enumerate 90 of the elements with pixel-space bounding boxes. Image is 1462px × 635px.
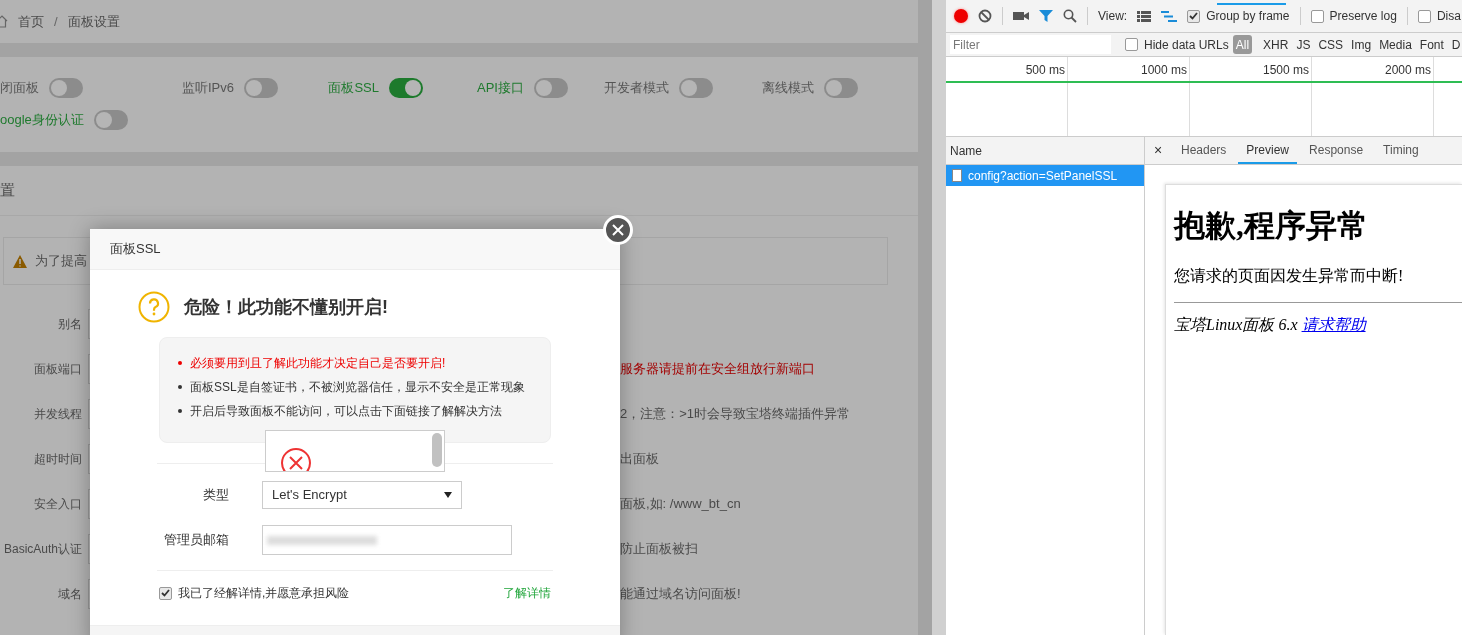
field-label: BasicAuth认证 <box>2 541 82 558</box>
toggle-label: oogle身份认证 <box>0 111 84 130</box>
record-icon[interactable] <box>954 9 968 23</box>
toggle-label: 开发者模式 <box>604 79 669 98</box>
note-text: 面板SSL是自签证书，不被浏览器信任，显示不安全是正常现象 <box>190 379 525 396</box>
field-label: 超时时间 <box>33 451 82 468</box>
note-text: 必须要用到且了解此功能才决定自己是否要开启! <box>190 355 446 372</box>
filter-icon[interactable] <box>1039 9 1053 23</box>
detail-tab[interactable]: Headers <box>1173 137 1235 164</box>
option-label: Preserve log <box>1329 8 1397 25</box>
field-label: 别名 <box>57 316 82 333</box>
clear-icon[interactable] <box>978 9 992 23</box>
hide-data-urls-checkbox[interactable] <box>1125 38 1138 51</box>
option-checkbox[interactable] <box>1310 9 1324 23</box>
timeline-tick: 500 ms <box>1025 63 1065 77</box>
field-label: 类型 <box>202 486 229 505</box>
error-message: 您请求的页面因发生异常而中断! <box>1174 265 1405 286</box>
file-icon <box>952 169 962 182</box>
toggle-switch[interactable] <box>244 78 278 98</box>
scrollbar-thumb[interactable] <box>432 433 442 467</box>
toggle-label: 面板SSL <box>328 79 379 98</box>
field-label: 安全入口 <box>33 496 82 513</box>
email-input-field[interactable] <box>262 525 512 555</box>
timeline-tick: 1000 ms <box>1140 63 1187 77</box>
type-filter[interactable]: CSS <box>1315 35 1347 54</box>
type-filter[interactable]: JS <box>1293 35 1314 54</box>
field-hint: 2，注意：>1时会导致宝塔终端插件异常 <box>620 405 851 424</box>
field-hint: 防止面板被扫 <box>620 540 698 559</box>
toggle-label: API接口 <box>477 79 524 98</box>
toggle-switch[interactable] <box>679 78 713 98</box>
view-label: View: <box>1098 8 1128 25</box>
type-select[interactable]: Let's Encrypt <box>262 481 462 509</box>
agree-label: 我已了经解详情,并愿意承担风险 <box>178 585 350 602</box>
detail-tab[interactable]: Response <box>1301 137 1372 164</box>
field-hint: 能通过域名访问面板! <box>620 585 741 604</box>
toggle-label: 闭面板 <box>0 79 39 98</box>
toggle-switch[interactable] <box>93 110 128 130</box>
detail-tab[interactable]: Preview <box>1238 137 1298 164</box>
close-tab-icon[interactable]: × <box>1145 137 1171 164</box>
close-icon <box>612 224 624 236</box>
note-text: 开启后导致面板不能访问，可以点击下面链接了解解决方法 <box>190 403 502 420</box>
dialog-title: 面板SSL <box>110 240 161 259</box>
filter-input[interactable]: Filter <box>950 35 1111 54</box>
list-view-icon[interactable] <box>1137 10 1152 22</box>
type-filter[interactable]: Media <box>1376 35 1415 54</box>
bullet-icon <box>178 361 182 365</box>
option-label: Hide data URLs <box>1144 36 1229 54</box>
toggle-label: 离线模式 <box>762 79 814 98</box>
camera-icon[interactable] <box>1013 10 1029 22</box>
bullet-icon <box>178 385 182 389</box>
footer-text: 宝塔Linux面板 6.x <box>1174 315 1298 333</box>
option-checkbox[interactable] <box>1187 9 1201 23</box>
toggle-switch[interactable] <box>824 78 858 98</box>
field-hint: 出面板 <box>620 450 659 469</box>
toggle-switch[interactable] <box>49 78 83 98</box>
dropdown-caret-icon <box>444 492 452 498</box>
breadcrumb-separator: / <box>54 12 58 31</box>
column-header: Name <box>950 142 982 160</box>
type-filter[interactable]: XHR <box>1260 35 1292 54</box>
toggle-label: 监听IPv6 <box>182 79 234 98</box>
section-title: 置 <box>0 180 15 201</box>
warning-icon <box>13 254 27 268</box>
timeline-tick: 1500 ms <box>1262 63 1309 77</box>
dialog-heading: 危险！此功能不懂别开启! <box>184 295 388 319</box>
field-hint: 面板,如: /www_bt_cn <box>620 495 741 514</box>
search-icon[interactable] <box>1063 9 1077 23</box>
timeline-tick: 2000 ms <box>1384 63 1431 77</box>
breadcrumb-current: 面板设置 <box>67 12 120 31</box>
field-label: 管理员邮箱 <box>163 531 229 550</box>
alert-text: 为了提高 <box>35 252 87 271</box>
bullet-icon <box>178 409 182 413</box>
type-filter[interactable]: D <box>1448 35 1462 54</box>
field-label: 面板端口 <box>33 361 82 378</box>
field-hint: 服务器请提前在安全组放行新端口 <box>620 360 815 379</box>
type-filter[interactable]: Font <box>1416 35 1447 54</box>
option-label: Disa <box>1436 8 1461 25</box>
agree-checkbox[interactable] <box>159 586 172 600</box>
help-link[interactable]: 请求帮助 <box>1301 315 1366 333</box>
detail-tab[interactable]: Timing <box>1375 137 1427 164</box>
toggle-switch[interactable] <box>534 78 568 98</box>
waterfall-icon[interactable] <box>1161 10 1178 22</box>
option-label: Group by frame <box>1206 8 1290 25</box>
field-label: 域名 <box>57 586 82 603</box>
error-heading: 抱歉,程序异常 <box>1174 207 1369 245</box>
breadcrumb-link[interactable]: 首页 <box>18 11 44 32</box>
field-label: 并发线程 <box>33 406 82 423</box>
type-filter[interactable]: Img <box>1348 35 1375 54</box>
option-checkbox[interactable] <box>1417 9 1431 23</box>
question-icon <box>138 291 170 323</box>
toggle-switch[interactable] <box>389 78 423 98</box>
